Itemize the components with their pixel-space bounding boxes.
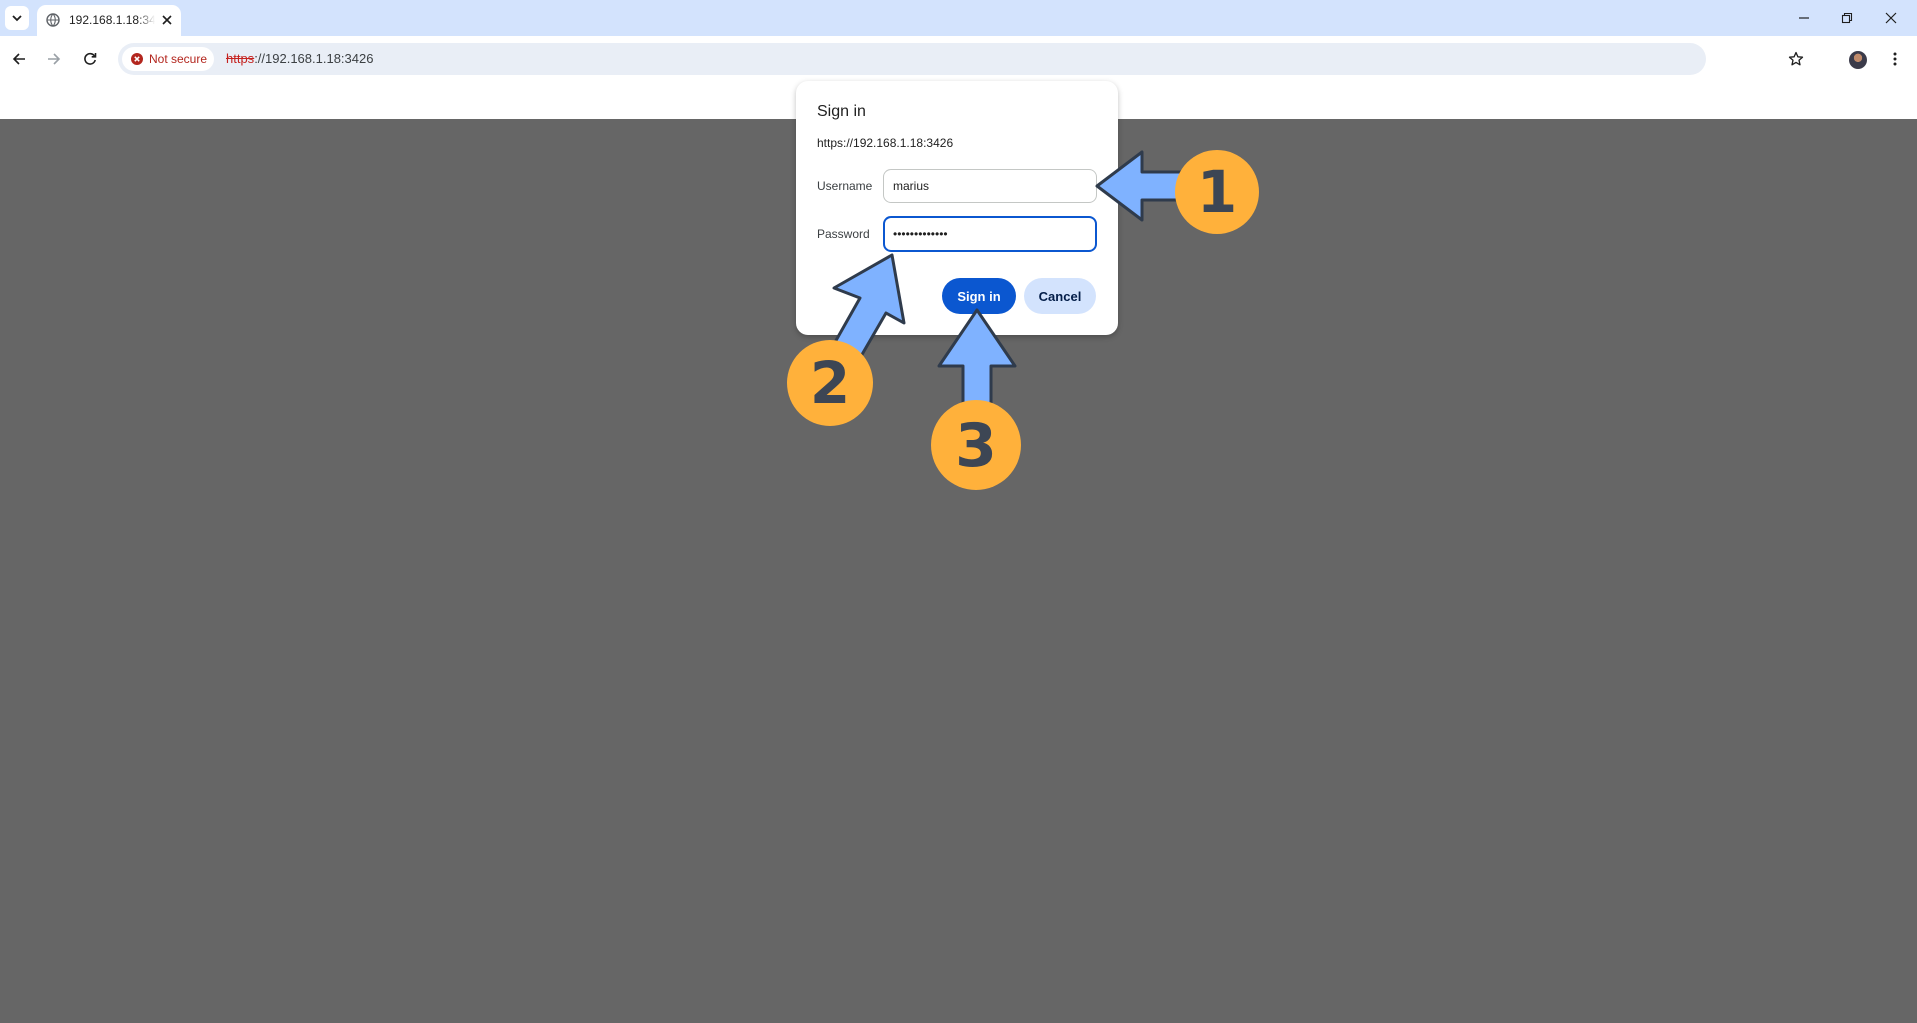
dialog-origin: https://192.168.1.18:3426 [817,136,954,150]
restore-button[interactable] [1829,6,1865,30]
url-host: ://192.168.1.18:3426 [254,51,374,66]
username-label: Username [817,179,873,193]
sign-in-dialog: Sign in https://192.168.1.18:3426 Userna… [796,81,1118,335]
url-scheme: https [226,51,255,66]
globe-icon [46,13,60,27]
profile-avatar[interactable] [1849,51,1867,69]
warning-circle-icon [131,53,143,65]
cancel-button[interactable]: Cancel [1024,278,1096,314]
close-window-button[interactable] [1873,6,1909,30]
dialog-title: Sign in [817,103,866,120]
bookmark-button[interactable] [1786,49,1806,69]
tab-strip: 192.168.1.18:3426 [0,0,1917,36]
minimize-icon [1799,17,1809,19]
arrow-right-icon [48,53,61,65]
address-bar[interactable]: Not secure https://192.168.1.18:3426 [118,43,1804,75]
security-label: Not secure [149,52,208,66]
browser-menu-button[interactable] [1885,49,1905,69]
url-text[interactable]: https://192.168.1.18:3426 [226,51,373,66]
back-button[interactable] [6,46,32,72]
arrow-left-icon [12,53,25,65]
security-chip[interactable]: Not secure [122,47,214,71]
browser-toolbar: Not secure https://192.168.1.18:3426 [0,36,1917,82]
tab-search-button[interactable] [5,6,29,30]
browser-tab[interactable]: 192.168.1.18:3426 [37,5,181,36]
minimize-button[interactable] [1786,6,1822,30]
chevron-down-icon [12,15,22,22]
reload-icon [84,52,97,65]
forward-button[interactable] [41,46,67,72]
restore-icon [1841,12,1853,24]
password-field[interactable] [883,216,1097,252]
reload-button[interactable] [77,46,103,72]
username-field[interactable] [883,169,1097,203]
tab-close-button[interactable] [159,12,175,28]
password-label: Password [817,227,870,241]
sign-in-button[interactable]: Sign in [942,278,1016,314]
close-icon [1885,12,1897,24]
more-vertical-icon [1893,52,1897,66]
star-icon [1788,51,1804,66]
tab-title: 192.168.1.18:3426 [69,13,155,27]
close-icon [162,15,172,25]
